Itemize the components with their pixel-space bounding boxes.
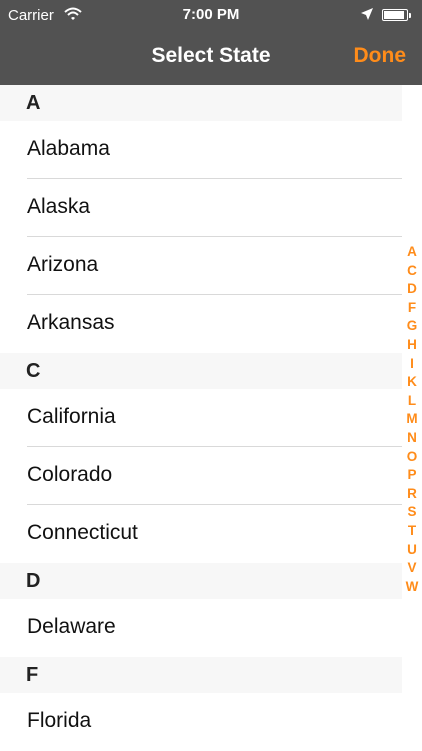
state-name: Alaska [27, 195, 91, 218]
list-item[interactable]: Colorado [0, 447, 402, 505]
index-letter-h[interactable]: H [402, 336, 422, 355]
state-name: Florida [27, 709, 92, 732]
list-item[interactable]: Arkansas [0, 295, 402, 353]
state-name: Colorado [27, 463, 113, 486]
index-letter-o[interactable]: O [402, 448, 422, 467]
state-name: Arizona [27, 253, 99, 276]
list-item[interactable]: Delaware [0, 599, 402, 657]
index-letter-w[interactable]: W [402, 578, 422, 597]
index-letter-i[interactable]: I [402, 355, 422, 374]
index-letter-r[interactable]: R [402, 485, 422, 504]
status-bar: Carrier 7:00 PM [0, 0, 422, 30]
index-letter-s[interactable]: S [402, 503, 422, 522]
index-letter-c[interactable]: C [402, 262, 422, 281]
list-item[interactable]: Alabama [0, 121, 402, 179]
list-item[interactable]: Connecticut [0, 505, 402, 563]
index-letter-m[interactable]: M [402, 410, 422, 429]
section-header-c: C [0, 353, 402, 389]
list-item[interactable]: California [0, 389, 402, 447]
state-name: Connecticut [27, 521, 138, 544]
section-header-d: D [0, 563, 402, 599]
status-time: 7:00 PM [182, 6, 240, 23]
index-letter-f[interactable]: F [402, 299, 422, 318]
index-letter-l[interactable]: L [402, 392, 422, 411]
state-name: Delaware [27, 615, 116, 638]
list-item[interactable]: Alaska [0, 179, 402, 237]
index-letter-k[interactable]: K [402, 373, 422, 392]
done-button[interactable]: Done [354, 44, 407, 68]
section-header-a: A [0, 85, 402, 121]
section-header-f: F [0, 657, 402, 693]
state-list[interactable]: A Alabama Alaska Arizona Arkansas C California… [0, 85, 422, 750]
state-name: Alabama [27, 137, 110, 160]
index-letter-u[interactable]: U [402, 541, 422, 560]
list-item[interactable]: Arizona [0, 237, 402, 295]
index-letter-v[interactable]: V [402, 559, 422, 578]
alphabet-index[interactable]: ACDFGHIKLMNOPRSTUVW [402, 243, 422, 596]
navigation-header: Carrier 7:00 PM Select State Done [0, 0, 422, 85]
section-header-label: C [26, 360, 41, 382]
index-letter-t[interactable]: T [402, 522, 422, 541]
index-letter-g[interactable]: G [402, 317, 422, 336]
index-letter-a[interactable]: A [402, 243, 422, 262]
section-header-label: A [26, 92, 41, 114]
battery-icon [382, 9, 411, 21]
index-letter-n[interactable]: N [402, 429, 422, 448]
section-header-label: D [26, 570, 41, 592]
location-arrow-icon [360, 7, 374, 25]
list-item[interactable]: Florida [0, 693, 402, 751]
state-name: Arkansas [27, 311, 115, 334]
state-name: California [27, 405, 116, 428]
index-letter-d[interactable]: D [402, 280, 422, 299]
section-header-label: F [26, 664, 39, 686]
index-letter-p[interactable]: P [402, 466, 422, 485]
